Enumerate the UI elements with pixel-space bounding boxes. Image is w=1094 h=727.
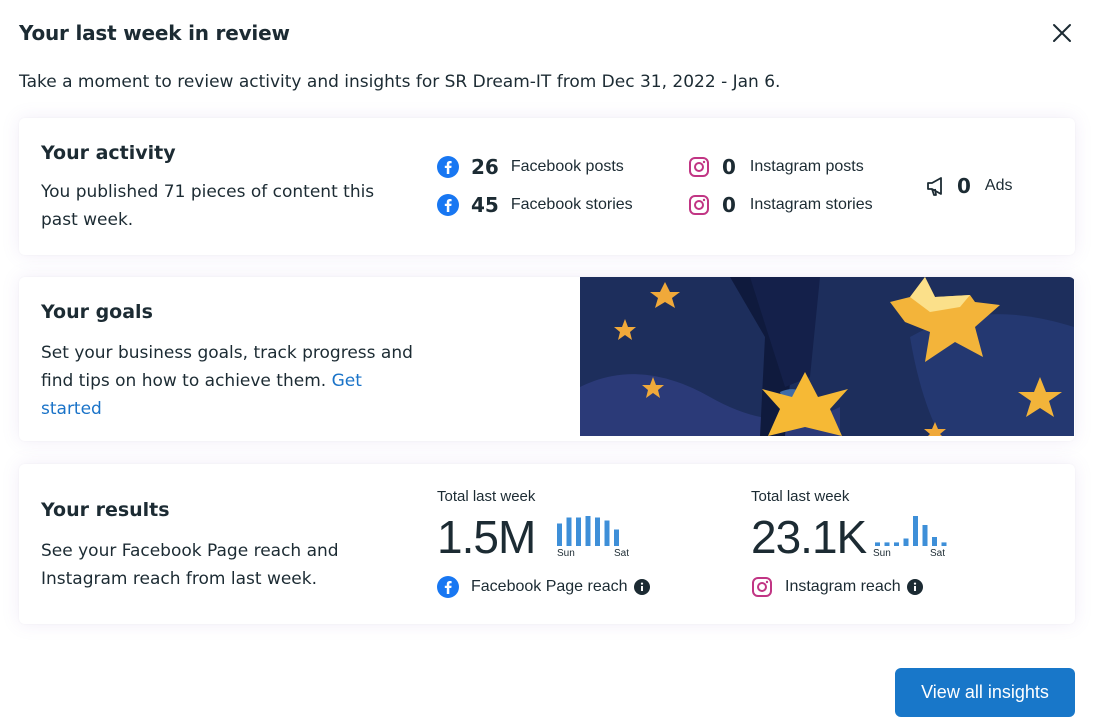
instagram-reach-caption: Total last week (751, 488, 850, 505)
facebook-reach-footer: Facebook Page reach (437, 576, 650, 598)
spark-start-label: Sun (873, 548, 891, 559)
stat-instagram-posts: 0 Instagram posts (688, 154, 864, 180)
facebook-stories-count: 45 (471, 193, 499, 217)
facebook-icon (437, 156, 459, 178)
instagram-reach-sparkline (875, 516, 947, 546)
instagram-reach-label: Instagram reach (785, 578, 901, 595)
stat-facebook-posts: 26 Facebook posts (437, 154, 624, 180)
instagram-reach-footer: Instagram reach (751, 576, 923, 598)
spark-bar (903, 538, 909, 546)
spark-bar (614, 529, 619, 546)
instagram-stories-label: Instagram stories (749, 196, 873, 213)
view-all-insights-button[interactable]: View all insights (895, 668, 1075, 717)
results-title: Your results (41, 499, 170, 521)
results-card: Your results See your Facebook Page reac… (19, 464, 1075, 624)
spark-bar (875, 542, 880, 546)
instagram-icon (688, 156, 710, 178)
close-button[interactable] (1049, 20, 1075, 46)
spark-bar (595, 517, 600, 546)
goals-text: Set your business goals, track progress … (41, 339, 421, 423)
ads-count: 0 (957, 174, 971, 198)
spark-bar (585, 516, 591, 546)
results-text: See your Facebook Page reach and Instagr… (41, 541, 339, 589)
dialog-title: Your last week in review (19, 21, 290, 45)
instagram-reach-value: 23.1K (751, 511, 867, 563)
megaphone-icon (925, 175, 947, 197)
instagram-reach-block: Total last week 23.1K Sun Sat Instagram … (751, 488, 1011, 608)
spark-bar (576, 517, 581, 546)
facebook-posts-count: 26 (471, 155, 499, 179)
instagram-icon (688, 194, 710, 216)
instagram-posts-count: 0 (722, 155, 736, 179)
goals-card: Your goals Set your business goals, trac… (19, 277, 1075, 441)
goals-title: Your goals (41, 301, 153, 323)
spark-bar (913, 516, 918, 546)
spark-bar (922, 525, 928, 546)
spark-bar (894, 542, 899, 546)
facebook-icon (437, 194, 459, 216)
info-icon[interactable] (906, 579, 923, 595)
goals-illustration (580, 277, 1074, 436)
spark-bar (604, 520, 610, 546)
facebook-reach-label: Facebook Page reach (471, 578, 628, 595)
spark-bar (941, 542, 947, 546)
facebook-reach-sparkline (557, 516, 619, 546)
facebook-posts-label: Facebook posts (510, 158, 624, 175)
ads-label: Ads (984, 177, 1013, 194)
instagram-icon (751, 576, 773, 598)
info-icon[interactable] (633, 579, 650, 595)
stat-instagram-stories: 0 Instagram stories (688, 192, 873, 218)
stat-ads: 0 Ads (925, 173, 1013, 199)
spark-end-label: Sat (613, 548, 629, 559)
instagram-posts-label: Instagram posts (749, 158, 864, 175)
spark-bar (884, 542, 890, 546)
dialog-subtitle: Take a moment to review activity and ins… (19, 72, 781, 92)
spark-end-label: Sat (929, 548, 945, 559)
activity-card: Your activity You published 71 pieces of… (19, 118, 1075, 255)
stat-facebook-stories: 45 Facebook stories (437, 192, 633, 218)
activity-title: Your activity (41, 142, 176, 164)
facebook-reach-caption: Total last week (437, 488, 536, 505)
facebook-reach-value: 1.5M (437, 511, 536, 563)
spark-bar (932, 537, 937, 546)
dialog-header: Your last week in review (19, 18, 1075, 48)
facebook-stories-label: Facebook stories (510, 196, 633, 213)
facebook-reach-block: Total last week 1.5M Sun Sat Facebook Pa… (437, 488, 697, 608)
facebook-icon (437, 576, 459, 598)
instagram-stories-count: 0 (722, 193, 736, 217)
close-icon (1053, 24, 1071, 42)
spark-bar (566, 517, 572, 546)
spark-bar (557, 523, 562, 546)
activity-text: You published 71 pieces of content this … (41, 182, 375, 230)
spark-start-label: Sun (557, 548, 575, 559)
